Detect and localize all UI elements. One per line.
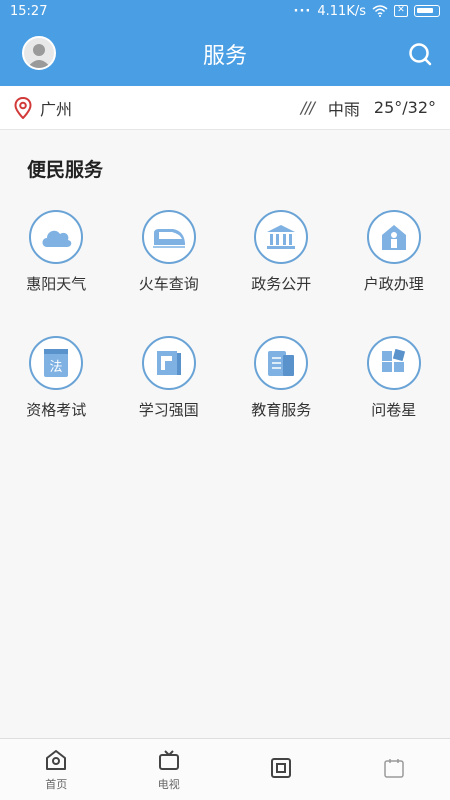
service-label: 学习强国	[138, 401, 199, 419]
search-button[interactable]	[404, 38, 436, 70]
user-icon	[27, 44, 51, 68]
weather-condition: 中雨	[327, 99, 360, 119]
service-exam[interactable]: 法 资格考试	[0, 336, 113, 420]
law-book-icon: 法	[29, 336, 84, 390]
service-label: 教育服务	[251, 401, 312, 419]
rain-icon: ///	[300, 98, 315, 117]
tab-service[interactable]	[338, 739, 450, 800]
service-government[interactable]: 政务公开	[225, 210, 338, 294]
tab-label: 电视	[157, 777, 180, 791]
service-label: 户政办理	[363, 275, 424, 293]
tab-media[interactable]	[225, 739, 338, 800]
wifi-icon	[372, 5, 388, 17]
page-title: 服务	[202, 44, 247, 69]
questionnaire-icon	[366, 336, 421, 390]
service-education[interactable]: 教育服务	[225, 336, 338, 420]
service-label: 火车查询	[138, 275, 199, 293]
service-questionnaire[interactable]: 问卷星	[338, 336, 450, 420]
tab-tv[interactable]: 电视	[113, 739, 226, 800]
temperature: 25°/32°	[373, 98, 436, 117]
tab-label: 首页	[45, 777, 68, 791]
city-name: 广州	[40, 99, 73, 119]
service-study[interactable]: 学习强国	[113, 336, 226, 420]
service-label: 问卷星	[371, 401, 417, 419]
service-label: 资格考试	[26, 401, 87, 419]
avatar[interactable]	[22, 36, 56, 70]
status-bar: 15:27 ··· 4.11K/s ✕	[0, 0, 450, 22]
train-icon	[141, 210, 196, 264]
service-label: 惠阳天气	[26, 275, 87, 293]
service-weather[interactable]: 惠阳天气	[0, 210, 113, 294]
svg-text:法: 法	[50, 360, 63, 375]
home-icon	[46, 749, 67, 770]
no-sim-icon: ✕	[394, 5, 408, 17]
study-book-icon	[141, 336, 196, 390]
status-right: ··· 4.11K/s ✕	[294, 4, 440, 19]
battery-icon	[414, 5, 440, 17]
header: 服务	[0, 22, 450, 86]
service-household[interactable]: 户政办理	[338, 210, 450, 294]
weather-info: /// 中雨 25°/32°	[301, 96, 436, 120]
media-icon	[271, 757, 292, 778]
bottom-tab-bar: 首页 电视	[0, 738, 450, 800]
service-row: 惠阳天气 火车查询 政务公开 户政办理	[0, 210, 450, 294]
tab-home[interactable]: 首页	[0, 739, 113, 800]
education-icon	[254, 336, 309, 390]
location[interactable]: 广州	[14, 96, 301, 120]
service-icon	[384, 758, 404, 778]
tv-icon	[158, 749, 179, 770]
network-speed: 4.11K/s	[317, 3, 366, 19]
service-grid: 惠阳天气 火车查询 政务公开 户政办理 法 资格考试 学习强国 教育服务 问卷星	[0, 210, 450, 420]
cloud-icon	[29, 210, 84, 264]
service-train[interactable]: 火车查询	[113, 210, 226, 294]
household-icon	[366, 210, 421, 264]
location-pin-icon	[14, 96, 32, 119]
search-icon	[409, 43, 432, 66]
service-label: 政务公开	[251, 275, 312, 293]
service-row: 法 资格考试 学习强国 教育服务 问卷星	[0, 336, 450, 420]
weather-bar[interactable]: 广州 /// 中雨 25°/32°	[0, 86, 450, 130]
government-building-icon	[254, 210, 309, 264]
status-time: 15:27	[10, 3, 48, 19]
section-title: 便民服务	[27, 159, 104, 181]
more-dots-icon: ···	[293, 3, 312, 19]
